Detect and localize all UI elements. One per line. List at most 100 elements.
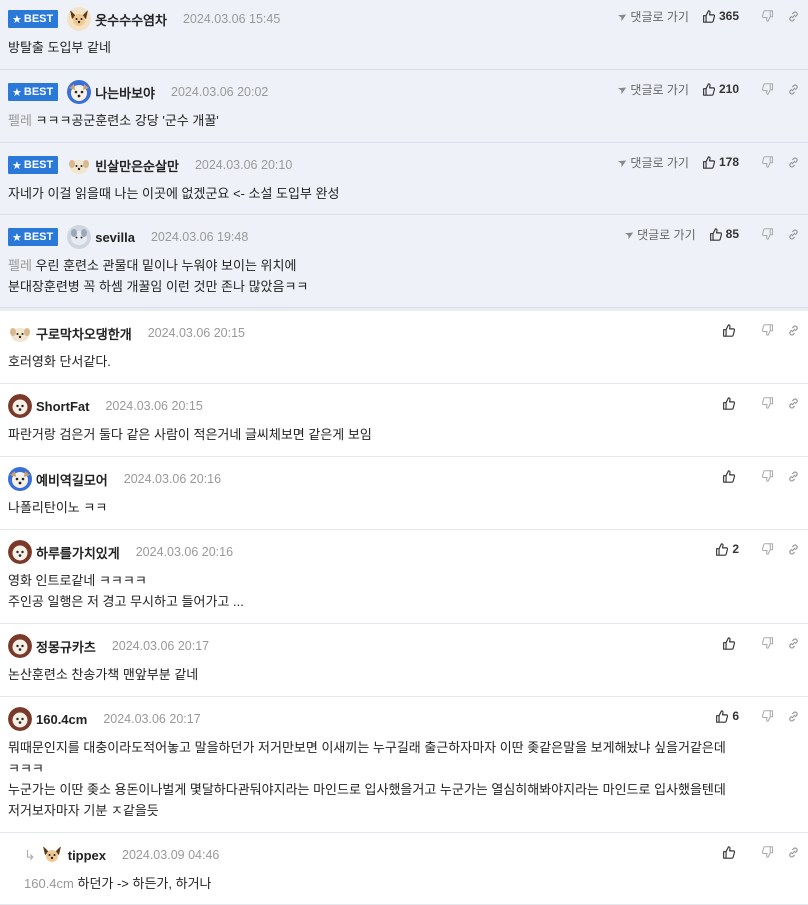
share-button[interactable] bbox=[787, 543, 800, 556]
thumbs-down-icon bbox=[762, 10, 774, 22]
dislike-button[interactable] bbox=[762, 470, 774, 482]
link-icon bbox=[789, 846, 798, 858]
send-arrow-icon: ➤ bbox=[616, 154, 631, 170]
thumbs-up-icon bbox=[723, 396, 735, 410]
like-count: 2 bbox=[732, 542, 739, 556]
dislike-button[interactable] bbox=[762, 397, 774, 409]
like-count: 178 bbox=[718, 155, 739, 169]
dislike-button[interactable] bbox=[762, 83, 774, 95]
thumbs-up-icon bbox=[703, 82, 715, 96]
comment-item: 160.4cm 2024.03.06 20:17 뭐때문인지를 대충이라도적어놓… bbox=[0, 697, 808, 833]
dislike-button[interactable] bbox=[762, 637, 774, 649]
share-button[interactable] bbox=[787, 637, 800, 650]
dislike-button[interactable] bbox=[762, 846, 774, 858]
comment-nickname[interactable]: 구로막차오댕한개 bbox=[36, 324, 132, 343]
share-button[interactable] bbox=[787, 710, 800, 723]
thumbs-down-icon bbox=[762, 710, 774, 722]
avatar[interactable] bbox=[39, 843, 64, 867]
like-button[interactable]: 6 bbox=[715, 709, 739, 723]
comment-line-1: 뭐때문인지를 대충이라도적어놓고 말을하던가 저거만보면 이새끼는 누구길래 출… bbox=[8, 740, 726, 755]
share-button[interactable] bbox=[787, 470, 800, 483]
avatar[interactable] bbox=[67, 225, 92, 249]
avatar[interactable] bbox=[67, 153, 92, 177]
comment-nickname[interactable]: tippex bbox=[68, 848, 106, 863]
thumbs-down-icon bbox=[762, 846, 774, 858]
comment-line-2: 분대장훈련병 꼭 하셈 개꿀임 이런 것만 존나 많았음ㅋㅋ bbox=[8, 279, 309, 294]
share-button[interactable] bbox=[787, 10, 800, 23]
thumbs-up-icon bbox=[709, 227, 722, 241]
comment-actions bbox=[722, 844, 800, 860]
dislike-button[interactable] bbox=[762, 710, 774, 722]
like-button[interactable]: 365 bbox=[702, 9, 739, 23]
comment-item: 정몽규카츠 2024.03.06 20:17 논산훈련소 찬송가책 맨앞부분 같… bbox=[0, 624, 808, 697]
comment-nickname[interactable]: 예비역길모어 bbox=[36, 470, 108, 489]
like-button[interactable]: 85 bbox=[709, 227, 739, 241]
dislike-button[interactable] bbox=[762, 543, 774, 555]
comment-item: ★ BEST 빈살만은순살만 2024.03.06 20:10 자네가 이걸 읽을… bbox=[0, 143, 808, 215]
avatar[interactable] bbox=[8, 634, 32, 658]
reply-arrow-icon: ↳ bbox=[24, 846, 36, 863]
comment-nickname[interactable]: 정몽규카츠 bbox=[36, 637, 96, 656]
comment-body: 펠레 우린 훈련소 관물대 밑이나 누워야 보이는 위치에 분대장훈련병 꼭 하셈… bbox=[8, 255, 308, 297]
comment-date: 2024.03.06 20:17 bbox=[103, 712, 201, 726]
share-button[interactable] bbox=[787, 156, 800, 169]
comment-line: 나폴리탄이노 ㅋㅋ bbox=[8, 500, 108, 515]
avatar[interactable] bbox=[8, 540, 32, 564]
avatar[interactable] bbox=[8, 321, 32, 345]
thumbs-down-icon bbox=[762, 543, 774, 555]
comment-nickname[interactable]: 옷수수수염차 bbox=[95, 10, 167, 29]
goto-reply-link[interactable]: ➤ 댓글로 가기 bbox=[616, 154, 689, 171]
comment-line: 논산훈련소 찬송가책 맨앞부분 같네 bbox=[8, 667, 199, 682]
reply-target-nickname[interactable]: 펠레 bbox=[8, 258, 32, 273]
comment-header: ★ BEST 빈살만은순살만 2024.03.06 20:10 bbox=[8, 153, 292, 177]
share-button[interactable] bbox=[787, 846, 800, 859]
dislike-button[interactable] bbox=[762, 10, 774, 22]
dislike-button[interactable] bbox=[762, 228, 774, 240]
comment-date: 2024.03.06 15:45 bbox=[182, 12, 281, 26]
like-button[interactable] bbox=[722, 636, 739, 650]
comment-nickname[interactable]: sevilla bbox=[95, 230, 135, 245]
share-button[interactable] bbox=[787, 228, 800, 241]
comment-nickname[interactable]: 빈살만은순살만 bbox=[95, 156, 179, 175]
avatar[interactable] bbox=[8, 707, 32, 731]
comment-header: ★ BEST 옷수수수염차 2024.03.06 15:45 bbox=[8, 7, 281, 31]
comment-date: 2024.03.06 20:15 bbox=[105, 399, 203, 413]
avatar[interactable] bbox=[8, 394, 32, 418]
comment-item: 구로막차오댕한개 2024.03.06 20:15 호러영화 단서같다. bbox=[0, 311, 808, 384]
dislike-button[interactable] bbox=[762, 156, 774, 168]
avatar[interactable] bbox=[8, 467, 32, 491]
best-badge: ★ BEST bbox=[8, 156, 59, 174]
comment-line-4: 저거보자마자 기분 ㅈ같을듯 bbox=[8, 803, 159, 818]
comment-body: 영화 인트로같네 ㅋㅋㅋㅋ 주인공 일행은 저 경고 무시하고 들어가고 ... bbox=[8, 570, 244, 612]
comment-nickname[interactable]: 나는바보야 bbox=[95, 83, 155, 102]
like-button[interactable] bbox=[722, 323, 739, 337]
like-button[interactable] bbox=[722, 469, 739, 483]
like-button[interactable] bbox=[722, 396, 739, 410]
like-button[interactable]: 210 bbox=[702, 82, 739, 96]
comment-body: 나폴리탄이노 ㅋㅋ bbox=[8, 497, 107, 518]
dislike-button[interactable] bbox=[762, 324, 774, 336]
comment-nickname[interactable]: ShortFat bbox=[36, 399, 89, 414]
share-button[interactable] bbox=[787, 83, 800, 96]
star-icon: ★ bbox=[12, 159, 22, 172]
goto-reply-link[interactable]: ➤ 댓글로 가기 bbox=[623, 226, 696, 243]
comment-nickname[interactable]: 하루를가치있게 bbox=[36, 543, 120, 562]
goto-reply-link[interactable]: ➤ 댓글로 가기 bbox=[616, 8, 689, 25]
share-button[interactable] bbox=[787, 324, 800, 337]
comment-date: 2024.03.06 19:48 bbox=[150, 230, 249, 244]
like-button[interactable] bbox=[722, 845, 739, 859]
goto-reply-link[interactable]: ➤ 댓글로 가기 bbox=[616, 81, 689, 98]
like-button[interactable]: 2 bbox=[715, 542, 739, 556]
comment-actions bbox=[722, 468, 800, 484]
avatar[interactable] bbox=[67, 7, 92, 31]
comment-header: 하루를가치있게 2024.03.06 20:16 bbox=[8, 540, 233, 564]
comment-header: 구로막차오댕한개 2024.03.06 20:15 bbox=[8, 321, 245, 345]
avatar[interactable] bbox=[67, 80, 92, 104]
reply-target-nickname[interactable]: 펠레 bbox=[8, 113, 32, 128]
like-button[interactable]: 178 bbox=[702, 155, 739, 169]
comment-nickname[interactable]: 160.4cm bbox=[36, 712, 87, 727]
comment-body: 자네가 이걸 읽을때 나는 이곳에 없겠군요 <- 소설 도입부 완성 bbox=[8, 183, 339, 204]
comment-header: ★ BEST sevilla 2024.03.06 19:48 bbox=[8, 225, 249, 249]
share-button[interactable] bbox=[787, 397, 800, 410]
reply-target-nickname[interactable]: 160.4cm bbox=[24, 876, 74, 891]
